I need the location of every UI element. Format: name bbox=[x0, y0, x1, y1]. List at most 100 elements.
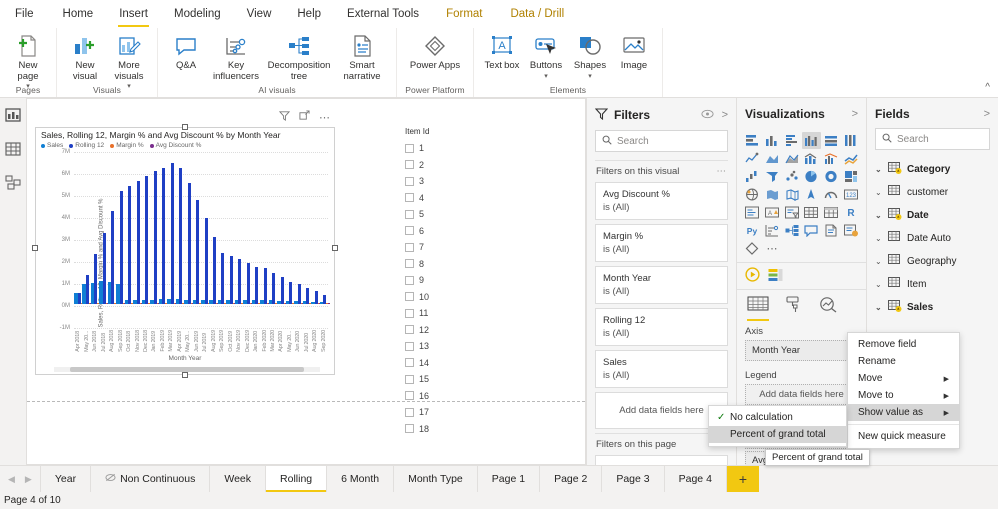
clustered-bar-chart-icon[interactable] bbox=[782, 132, 801, 149]
bar-group[interactable] bbox=[150, 152, 161, 326]
page-tab-non-continuous[interactable]: Non Continuous bbox=[91, 466, 211, 492]
chevron-down-icon[interactable]: ▾ bbox=[588, 72, 592, 80]
r-script-visual-icon[interactable]: R bbox=[841, 204, 860, 221]
bar-rolling-12[interactable] bbox=[297, 284, 301, 304]
stacked-column-chart-icon[interactable] bbox=[763, 132, 782, 149]
checkbox-icon[interactable] bbox=[405, 193, 414, 203]
ribbon-tab-home[interactable]: Home bbox=[50, 2, 107, 28]
get-more-visuals-icon[interactable] bbox=[745, 267, 760, 285]
donut-chart-icon[interactable] bbox=[822, 168, 841, 185]
bar-rolling-12[interactable] bbox=[102, 232, 106, 304]
key-influencers-button[interactable]: Key influencers bbox=[208, 31, 264, 82]
funnel-chart-icon[interactable] bbox=[763, 168, 782, 185]
item-id-slicer[interactable]: Item Id 1 2 3 4 5 6 7 8 9 10 11 12 13 14 15 16 17 18 bbox=[405, 127, 485, 437]
import-visual-icon[interactable] bbox=[768, 268, 784, 285]
data-view-icon[interactable] bbox=[4, 140, 22, 158]
bar-rolling-12[interactable] bbox=[263, 268, 267, 304]
slicer-item[interactable]: 7 bbox=[405, 239, 485, 256]
text-box-button[interactable]: A Text box bbox=[480, 31, 524, 72]
decomposition-tree-icon[interactable] bbox=[782, 222, 801, 239]
slicer-item[interactable]: 13 bbox=[405, 338, 485, 355]
checkbox-icon[interactable] bbox=[405, 292, 414, 302]
stacked-bar-chart-icon[interactable] bbox=[743, 132, 762, 149]
bar-group[interactable] bbox=[133, 152, 144, 326]
stacked-area-chart-icon[interactable] bbox=[782, 150, 801, 167]
more-visuals-icon[interactable]: ⋯ bbox=[763, 240, 782, 257]
filter-card[interactable]: Month Year is (All) bbox=[595, 266, 728, 304]
fields-table-row[interactable]: ⌄ Category bbox=[867, 158, 998, 181]
chevron-down-icon[interactable]: ⌄ bbox=[875, 303, 883, 312]
bar-group[interactable] bbox=[116, 152, 127, 326]
line-stacked-column-icon[interactable] bbox=[802, 150, 821, 167]
collapse-visualizations-pane-icon[interactable]: > bbox=[852, 108, 858, 120]
slicer-item[interactable]: 8 bbox=[405, 256, 485, 273]
add-data-fields-here-page[interactable]: Add data fields here bbox=[595, 455, 728, 465]
image-button[interactable]: Image bbox=[612, 31, 656, 72]
hide-filters-eye-icon[interactable] bbox=[701, 109, 714, 122]
bar-group[interactable] bbox=[251, 152, 262, 326]
chevron-down-icon[interactable]: ⌄ bbox=[875, 165, 883, 174]
more-visuals-button[interactable]: More visuals ▾ bbox=[107, 31, 151, 90]
ribbon-chart-icon[interactable] bbox=[841, 150, 860, 167]
shapes-button[interactable]: Shapes ▾ bbox=[568, 31, 612, 80]
clustered-column-chart-icon[interactable] bbox=[801, 132, 821, 149]
bar-rolling-12[interactable] bbox=[162, 168, 166, 304]
ribbon-tab-view[interactable]: View bbox=[234, 2, 285, 28]
treemap-icon[interactable] bbox=[841, 168, 860, 185]
bar-rolling-12[interactable] bbox=[179, 167, 183, 304]
next-page-icon[interactable]: ▶ bbox=[25, 474, 32, 485]
smart-narrative-button[interactable]: Smart narrative bbox=[334, 31, 390, 82]
slicer-item[interactable]: 5 bbox=[405, 206, 485, 223]
page-tab-year[interactable]: Year bbox=[39, 466, 92, 492]
filters-search-box[interactable]: Search bbox=[595, 130, 728, 152]
buttons-button[interactable]: Buttons ▾ bbox=[524, 31, 568, 80]
context-menu-item[interactable]: Move to ▶ bbox=[848, 387, 959, 404]
filter-card[interactable]: Margin % is (All) bbox=[595, 224, 728, 262]
bar-rolling-12[interactable] bbox=[170, 163, 174, 304]
filled-map-icon[interactable] bbox=[763, 186, 782, 203]
checkbox-icon[interactable] bbox=[405, 391, 414, 401]
slicer-item[interactable]: 18 bbox=[405, 421, 485, 438]
legend-item-rolling-12[interactable]: Rolling 12 bbox=[69, 142, 104, 149]
bar-rolling-12[interactable] bbox=[280, 276, 284, 304]
bar-group[interactable] bbox=[226, 152, 237, 326]
page-tab-page-2[interactable]: Page 2 bbox=[540, 466, 603, 492]
collapse-filters-pane-icon[interactable]: > bbox=[722, 109, 728, 121]
slicer-item[interactable]: 12 bbox=[405, 322, 485, 339]
chevron-down-icon[interactable]: ▾ bbox=[544, 72, 548, 80]
slicer-item[interactable]: 15 bbox=[405, 371, 485, 388]
checkbox-icon[interactable] bbox=[405, 325, 414, 335]
bar-group[interactable] bbox=[192, 152, 203, 326]
slicer-icon[interactable] bbox=[782, 204, 801, 221]
bar-group[interactable] bbox=[285, 152, 296, 326]
report-canvas[interactable]: ⋯ Sales, Rolling 12, Margin % and Avg Di… bbox=[26, 98, 586, 465]
line-clustered-column-icon[interactable] bbox=[822, 150, 841, 167]
page-tab-page-1[interactable]: Page 1 bbox=[477, 466, 541, 492]
bar-group[interactable] bbox=[82, 152, 93, 326]
bar-group[interactable] bbox=[302, 152, 313, 326]
checkbox-icon[interactable] bbox=[405, 259, 414, 269]
bar-group[interactable] bbox=[158, 152, 169, 326]
slicer-item[interactable]: 11 bbox=[405, 305, 485, 322]
previous-page-icon[interactable]: ◀ bbox=[8, 474, 15, 485]
bar-rolling-12[interactable] bbox=[119, 190, 123, 304]
bar-rolling-12[interactable] bbox=[128, 185, 132, 304]
resize-handle-top[interactable] bbox=[182, 124, 188, 130]
bar-rolling-12[interactable] bbox=[212, 236, 216, 304]
more-options-icon[interactable]: ⋯ bbox=[319, 111, 330, 124]
slicer-item[interactable]: 4 bbox=[405, 190, 485, 207]
checkbox-icon[interactable] bbox=[405, 308, 414, 318]
filter-card[interactable]: Rolling 12 is (All) bbox=[595, 308, 728, 346]
qna-visual-icon[interactable] bbox=[802, 222, 821, 239]
collapse-fields-pane-icon[interactable]: > bbox=[984, 108, 990, 120]
checkbox-icon[interactable] bbox=[405, 143, 414, 153]
gauge-chart-icon[interactable] bbox=[822, 186, 841, 203]
context-menu-item[interactable]: Show value as ▶ bbox=[848, 404, 959, 421]
bar-group[interactable] bbox=[175, 152, 186, 326]
bar-group[interactable] bbox=[184, 152, 195, 326]
bar-avg-discount[interactable] bbox=[327, 302, 330, 304]
bar-group[interactable] bbox=[90, 152, 101, 326]
bar-group[interactable] bbox=[277, 152, 288, 326]
collapse-ribbon-icon[interactable]: ^ bbox=[985, 82, 990, 93]
ribbon-tab-external-tools[interactable]: External Tools bbox=[334, 2, 432, 28]
